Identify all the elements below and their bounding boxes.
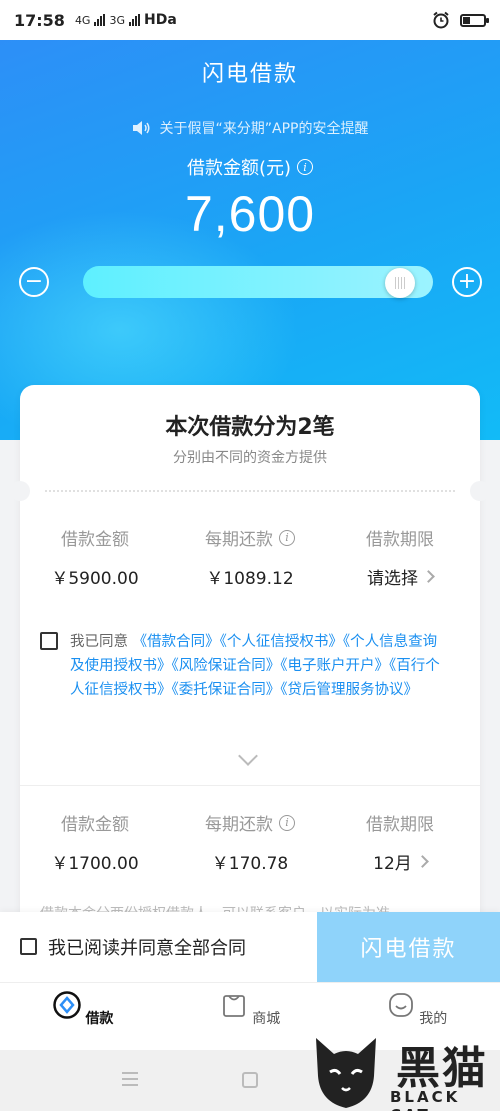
menu-icon[interactable] — [122, 1072, 138, 1086]
amount-slider-row: − + — [0, 262, 500, 302]
loan-1-term-selector[interactable]: 借款期限 请选择 — [320, 525, 480, 589]
amount-label-row: 借款金额(元) i — [0, 154, 500, 180]
loan-item-2: 借款金额 ￥1700.00 每期还款 i ￥170.78 借款期限 12月 — [20, 810, 480, 880]
decrease-button[interactable]: − — [19, 267, 49, 297]
tab-shop[interactable]: 商城 — [200, 991, 300, 1028]
hd-label: HDa — [144, 12, 177, 28]
loan-2-term-selector[interactable]: 借款期限 12月 — [320, 810, 480, 874]
tab-label: 商城 — [252, 1011, 281, 1027]
loan-split-card: 本次借款分为2笔 分别由不同的资金方提供 借款金额 ￥5900.00 每期还款 i… — [10, 385, 490, 945]
hero-section: 闪电借款 关于假冒“来分期”APP的安全提醒 借款金额(元) i 7,600 −… — [0, 40, 500, 440]
agreement-section: 我已同意 《借款合同》《个人征信授权书》《个人信息查询及使用授权书》《风险保证合… — [40, 630, 450, 702]
slider-handle[interactable] — [385, 268, 416, 298]
battery-icon — [460, 13, 489, 27]
divider — [45, 490, 455, 492]
alarm-icon — [433, 11, 449, 29]
bottom-action-bar: 我已阅读并同意全部合同 闪电借款 — [0, 912, 500, 982]
signal-icon-2 — [129, 14, 140, 26]
card-subtitle: 分别由不同的资金方提供 — [173, 450, 327, 466]
amount-slider-track[interactable] — [83, 266, 433, 298]
chevron-right-icon — [415, 855, 429, 868]
profile-face-icon — [388, 993, 413, 1017]
loan-2-amount: ￥1700.00 — [51, 854, 139, 874]
loan-1-amount: ￥5900.00 — [51, 569, 139, 589]
agreement-prefix: 我已同意 — [70, 634, 128, 650]
agree-all-label[interactable]: 我已阅读并同意全部合同 — [48, 934, 246, 960]
submit-loan-button[interactable]: 闪电借款 — [317, 912, 500, 982]
network-4g-label: 4G — [74, 13, 91, 27]
notice-text: 关于假冒“来分期”APP的安全提醒 — [159, 121, 369, 137]
info-icon[interactable]: i — [297, 159, 314, 175]
speaker-icon — [132, 121, 150, 135]
payment-header: 每期还款 — [205, 815, 273, 835]
shop-bag-icon — [222, 995, 245, 1017]
loan-2-term: 12月 — [373, 854, 412, 874]
loan-1-payment: ￥1089.12 — [206, 569, 294, 589]
agreement-checkbox[interactable] — [40, 632, 58, 650]
page-title: 闪电借款 — [201, 62, 298, 87]
network-3g-label: 3G — [109, 13, 125, 27]
watermark: 黑猫 BLACK CAT — [312, 1030, 500, 1111]
tab-loan[interactable]: 借款 — [33, 991, 133, 1028]
status-bar: 17:58 4G 3G HDa — [0, 0, 500, 40]
plus-icon: + — [457, 269, 477, 294]
amount-header: 借款金额 — [61, 815, 129, 835]
security-notice[interactable]: 关于假冒“来分期”APP的安全提醒 — [0, 118, 500, 138]
black-cat-logo-icon — [316, 1038, 376, 1108]
network-indicators: 4G 3G HDa — [75, 12, 177, 28]
contract-link-credit-auth[interactable]: 《个人征信授权书》 — [220, 634, 343, 650]
contract-link-risk-guarantee[interactable]: 《风险保证合同》 — [172, 658, 281, 674]
signal-icon — [94, 14, 106, 26]
info-icon[interactable]: i — [279, 529, 295, 546]
contract-link-entrusted-guarantee[interactable]: 《委托保证合同》 — [172, 682, 281, 698]
watermark-subtitle: BLACK CAT — [390, 1088, 461, 1111]
loan-item-1: 借款金额 ￥5900.00 每期还款 i ￥1089.12 借款期限 请选择 — [20, 525, 480, 595]
term-header: 借款期限 — [366, 530, 434, 550]
tab-label: 我的 — [419, 1011, 448, 1027]
home-icon[interactable] — [242, 1072, 258, 1088]
contract-link-post-loan[interactable]: 《贷后管理服务协议》 — [280, 682, 418, 698]
term-header: 借款期限 — [366, 815, 434, 835]
chevron-down-icon[interactable] — [238, 746, 258, 766]
card-title: 本次借款分为2笔 — [165, 415, 335, 440]
watermark-title: 黑猫 — [396, 1043, 488, 1094]
payment-header: 每期还款 — [205, 530, 273, 550]
amount-label: 借款金额(元) — [186, 158, 292, 179]
tab-label: 借款 — [85, 1011, 114, 1027]
loan-2-payment: ￥170.78 — [211, 854, 289, 874]
status-time: 17:58 — [14, 10, 65, 30]
loan-1-term: 请选择 — [367, 569, 418, 589]
increase-button[interactable]: + — [452, 267, 482, 297]
loan-icon — [52, 991, 81, 1019]
chevron-right-icon — [422, 570, 435, 583]
loan-amount: 7,600 — [184, 186, 316, 242]
contract-link-loan[interactable]: 《借款合同》 — [133, 634, 220, 650]
minus-icon: − — [24, 269, 44, 294]
info-icon[interactable]: i — [279, 814, 295, 831]
contract-link-e-account[interactable]: 《电子账户开户》 — [280, 658, 389, 674]
agree-all-checkbox[interactable] — [20, 938, 37, 955]
amount-header: 借款金额 — [61, 530, 129, 550]
tab-profile[interactable]: 我的 — [367, 991, 467, 1028]
